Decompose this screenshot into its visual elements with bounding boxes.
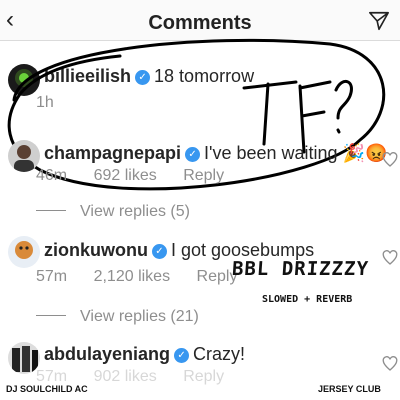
comment-time: 57m [36,368,68,385]
comment-time: 46m [36,167,68,184]
reply-button[interactable]: Reply [183,368,224,385]
handwritten-oval [7,38,386,191]
list-item: billieeilish ✓ 18 tomorrow [44,66,254,87]
divider [36,315,66,316]
cover-title: BBL DRIZZZY [231,258,370,280]
heart-icon[interactable] [382,250,398,266]
comment-text: Crazy! [193,344,246,364]
page-title: Comments [148,12,252,34]
like-count[interactable]: 902 likes [94,368,157,385]
verified-badge-icon: ✓ [185,147,201,162]
list-item: champagnepapi ✓ I've been waiting 🎉😡 [44,143,387,164]
like-count[interactable]: 692 likes [94,167,157,184]
username[interactable]: billieeilish [44,66,131,86]
comment-text: I've been waiting 🎉😡 [204,143,388,163]
cover-subtitle: SLOWED + REVERB [262,294,353,305]
verified-badge-icon: ✓ [135,70,151,85]
comment-time: 1h [36,94,54,111]
heart-icon[interactable] [382,152,398,168]
like-count[interactable]: 2,120 likes [94,268,171,285]
genre-label: JERSEY CLUB [318,384,381,394]
comment-meta: 46m 692 likes Reply [36,167,246,185]
verified-badge-icon: ✓ [174,348,190,363]
view-replies-link[interactable]: View replies (5) [36,203,190,221]
username[interactable]: abdulayeniang [44,344,170,364]
view-replies-label: View replies (5) [80,203,190,220]
view-replies-label: View replies (21) [80,308,199,325]
verified-badge-icon: ✓ [151,244,167,259]
comment-text: I got goosebumps [170,240,315,260]
view-replies-link[interactable]: View replies (21) [36,308,199,326]
username[interactable]: zionkuwonu [44,240,148,260]
divider [36,210,66,211]
heart-icon[interactable] [382,356,398,372]
comment-meta: 1h [36,94,76,112]
avatar[interactable] [8,236,40,268]
reply-button[interactable]: Reply [183,167,224,184]
paper-plane-icon[interactable] [368,10,390,32]
artist-credit: DJ SOULCHILD AC [6,384,88,394]
comment-meta: 57m 2,120 likes Reply [36,268,259,286]
list-item: abdulayeniang ✓ Crazy! [44,344,245,365]
username[interactable]: champagnepapi [44,143,181,163]
comment-text: 18 tomorrow [154,66,255,86]
avatar[interactable] [8,64,40,96]
comment-time: 57m [36,268,68,285]
